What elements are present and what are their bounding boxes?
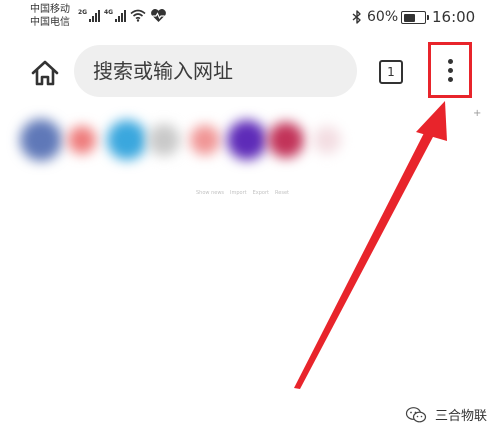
- home-icon: [31, 60, 59, 86]
- shortcut-tile[interactable]: [268, 122, 304, 158]
- shortcut-tile[interactable]: [107, 120, 147, 160]
- menu-dot-icon: [447, 58, 453, 64]
- battery-percent: 60%: [367, 9, 399, 25]
- battery-icon: [401, 11, 429, 24]
- signal-2-label: 4G: [104, 9, 114, 16]
- clock: 16:00: [432, 8, 476, 26]
- battery-fill: [403, 13, 415, 22]
- home-button[interactable]: [28, 56, 62, 90]
- wifi-icon: [130, 9, 146, 22]
- watermark-text: 三合物联: [435, 409, 488, 424]
- link-import[interactable]: Import: [230, 190, 247, 196]
- link-export[interactable]: Export: [253, 190, 269, 196]
- carrier-1: 中国移动: [30, 4, 70, 15]
- shortcut-tile[interactable]: [227, 120, 267, 160]
- menu-dot-icon: [447, 76, 453, 82]
- wechat-icon: [405, 406, 427, 422]
- link-show-news[interactable]: Show news: [196, 190, 224, 196]
- page-links: Show news Import Export Reset: [196, 190, 289, 196]
- carrier-2: 中国电信: [30, 17, 70, 28]
- search-input[interactable]: [93, 59, 333, 83]
- more-menu-button[interactable]: [428, 42, 472, 98]
- carrier-names: 中国移动 中国电信: [30, 3, 70, 29]
- watermark: 三合物联: [405, 405, 487, 424]
- heart-rate-icon: [151, 9, 166, 22]
- shortcut-tile[interactable]: [20, 119, 62, 161]
- tab-switcher-button[interactable]: 1: [379, 60, 403, 84]
- shortcut-tile[interactable]: [190, 125, 220, 155]
- status-bar: 中国移动 中国电信 2G 4G 60% 16:00: [0, 0, 498, 34]
- link-reset[interactable]: Reset: [275, 190, 289, 196]
- signal-1-icon: 2G: [78, 9, 101, 22]
- shortcut-tile[interactable]: [68, 126, 96, 154]
- menu-dot-icon: [447, 67, 453, 73]
- signal-1-label: 2G: [78, 9, 88, 16]
- tab-count: 1: [387, 65, 395, 79]
- address-bar[interactable]: [74, 45, 357, 97]
- add-shortcut-button[interactable]: +: [473, 108, 481, 119]
- shortcut-tile[interactable]: [313, 126, 341, 154]
- bluetooth-icon: [352, 10, 361, 24]
- signal-2-icon: 4G: [104, 9, 127, 22]
- shortcut-tile[interactable]: [148, 124, 180, 156]
